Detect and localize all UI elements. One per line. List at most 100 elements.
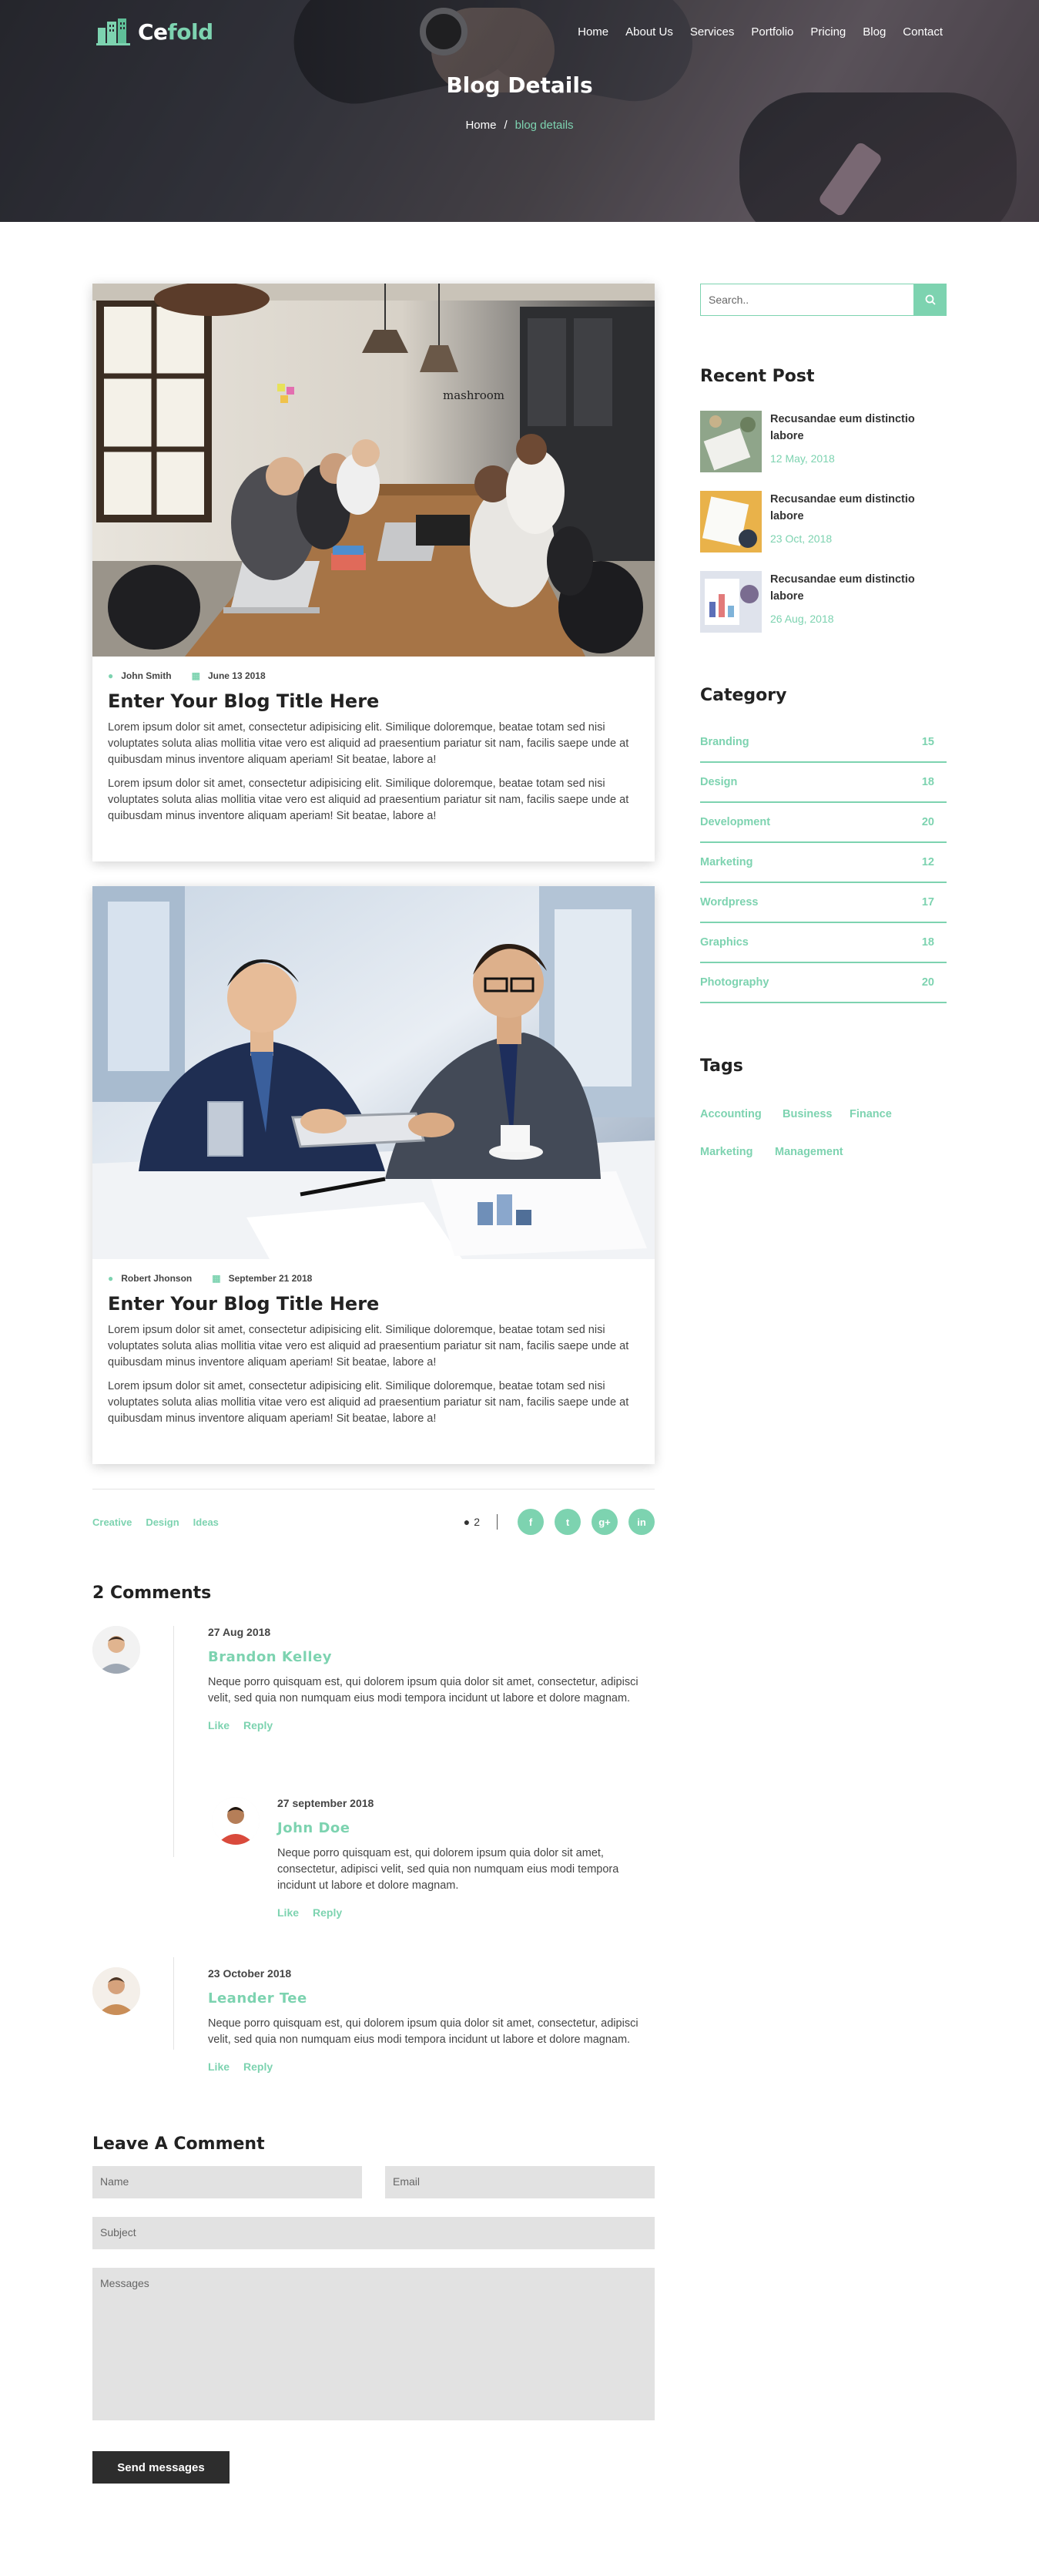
- post-title[interactable]: Enter Your Blog Title Here: [108, 690, 639, 712]
- post-meta: ● John Smith ▦ June 13 2018: [108, 670, 639, 681]
- comment-count[interactable]: ● 2: [464, 1516, 480, 1528]
- post-tag-design[interactable]: Design: [146, 1516, 179, 1528]
- tag-management[interactable]: Management: [775, 1146, 843, 1158]
- comment-author[interactable]: Brandon Kelley: [208, 1649, 655, 1665]
- category-item-photography[interactable]: Photography 20: [700, 963, 947, 1003]
- nav-services[interactable]: Services: [690, 25, 735, 39]
- comment-list: 27 Aug 2018 Brandon Kelley Neque porro q…: [92, 1626, 655, 2134]
- category-name: Wordpress: [700, 896, 759, 908]
- reply-button[interactable]: Reply: [243, 2060, 273, 2073]
- breadcrumb: Home / blog details: [0, 119, 1039, 132]
- comment-actions: Like Reply: [277, 1906, 655, 1919]
- breadcrumb-home[interactable]: Home: [465, 119, 496, 132]
- category-item-design[interactable]: Design 18: [700, 763, 947, 803]
- google-plus-icon[interactable]: g+: [592, 1509, 618, 1535]
- brand-name-accent: fold: [167, 18, 214, 45]
- nav-portfolio[interactable]: Portfolio: [751, 25, 793, 39]
- tag-finance[interactable]: Finance: [850, 1108, 892, 1120]
- post-image-office-meeting[interactable]: mashroom: [92, 284, 655, 657]
- tag-marketing[interactable]: Marketing: [700, 1146, 753, 1158]
- post-image-business-men[interactable]: [92, 886, 655, 1259]
- category-item-marketing[interactable]: Marketing 12: [700, 843, 947, 883]
- category-heading: Category: [700, 686, 787, 705]
- avatar: [92, 1967, 140, 2015]
- comment-thread-line: [173, 1957, 174, 2050]
- main-navbar: Cefold Home About Us Services Portfolio …: [96, 14, 943, 49]
- recent-post-title[interactable]: Recusandae eum distinctio labore: [770, 571, 947, 605]
- category-count: 18: [921, 936, 934, 949]
- reply-button[interactable]: Reply: [243, 1719, 273, 1731]
- recent-post-date: 12 May, 2018: [770, 452, 835, 465]
- post-paragraph: Lorem ipsum dolor sit amet, consectetur …: [108, 778, 629, 822]
- recent-post-item[interactable]: Recusandae eum distinctio labore 12 May,…: [700, 411, 947, 472]
- nav-pricing[interactable]: Pricing: [810, 25, 846, 39]
- nav-contact[interactable]: Contact: [903, 25, 943, 39]
- category-item-wordpress[interactable]: Wordpress 17: [700, 883, 947, 923]
- nav-home[interactable]: Home: [578, 25, 608, 39]
- post-tag-ideas[interactable]: Ideas: [193, 1516, 219, 1528]
- share-buttons: ● 2 f t g+ in: [464, 1509, 655, 1535]
- like-button[interactable]: Like: [208, 2060, 230, 2073]
- recent-post-item[interactable]: Recusandae eum distinctio labore 26 Aug,…: [700, 571, 947, 633]
- page-title: Blog Details: [446, 72, 593, 98]
- category-name: Photography: [700, 976, 769, 989]
- category-name: Graphics: [700, 936, 749, 949]
- comments-heading: 2 Comments: [92, 1584, 212, 1603]
- post-paragraph: Lorem ipsum dolor sit amet, consectetur …: [108, 1380, 629, 1425]
- category-count: 17: [921, 896, 934, 908]
- breadcrumb-current: blog details: [514, 119, 574, 132]
- breadcrumb-separator: /: [504, 119, 508, 132]
- recent-post-title[interactable]: Recusandae eum distinctio labore: [770, 411, 947, 445]
- post-author[interactable]: Robert Jhonson: [121, 1273, 192, 1284]
- tag-business[interactable]: Business: [783, 1108, 832, 1120]
- brand-logo[interactable]: Cefold: [96, 17, 213, 46]
- post-author[interactable]: John Smith: [121, 670, 171, 681]
- like-button[interactable]: Like: [208, 1719, 230, 1731]
- comment-author[interactable]: Leander Tee: [208, 1990, 655, 2007]
- post-title[interactable]: Enter Your Blog Title Here: [108, 1293, 639, 1315]
- nav-about-us[interactable]: About Us: [625, 25, 673, 39]
- category-item-graphics[interactable]: Graphics 18: [700, 923, 947, 963]
- post-paragraph: Lorem ipsum dolor sit amet, consectetur …: [108, 721, 629, 766]
- category-count: 12: [921, 856, 934, 868]
- send-messages-button[interactable]: Send messages: [92, 2451, 230, 2484]
- comment-author[interactable]: John Doe: [277, 1820, 655, 1836]
- category-item-branding[interactable]: Branding 15: [700, 723, 947, 763]
- comment-reply-item: 27 september 2018 John Doe Neque porro q…: [277, 1797, 655, 1919]
- name-field[interactable]: Name: [92, 2166, 362, 2198]
- tag-accounting[interactable]: Accounting: [700, 1108, 762, 1120]
- message-field[interactable]: Messages: [92, 2268, 655, 2420]
- linkedin-icon[interactable]: in: [628, 1509, 655, 1535]
- recent-post-thumbnail: [700, 571, 762, 633]
- avatar: [92, 1626, 140, 1674]
- comment-text: Neque porro quisquam est, qui dolorem ip…: [208, 1676, 638, 1704]
- recent-post-title[interactable]: Recusandae eum distinctio labore: [770, 491, 947, 525]
- post-date: June 13 2018: [207, 670, 266, 681]
- recent-post-thumbnail: [700, 491, 762, 552]
- form-heading: Leave A Comment: [92, 2134, 265, 2154]
- comment-item: 23 October 2018 Leander Tee Neque porro …: [208, 1967, 655, 2073]
- post-footer-bar: Creative Design Ideas ● 2 f t g+ in: [92, 1506, 655, 1537]
- reply-button[interactable]: Reply: [313, 1906, 342, 1919]
- email-field[interactable]: Email: [385, 2166, 655, 2198]
- twitter-icon[interactable]: t: [555, 1509, 581, 1535]
- post-tag-creative[interactable]: Creative: [92, 1516, 132, 1528]
- search-button[interactable]: [913, 284, 947, 316]
- divider: [92, 1489, 655, 1490]
- mashroom-wall-sign: mashroom: [443, 388, 504, 402]
- comment-item: 27 Aug 2018 Brandon Kelley Neque porro q…: [208, 1626, 655, 1731]
- search-input[interactable]: Search..: [700, 284, 913, 316]
- recent-post-item[interactable]: Recusandae eum distinctio labore 23 Oct,…: [700, 491, 947, 552]
- avatar: [212, 1797, 260, 1845]
- category-name: Development: [700, 816, 771, 828]
- category-count: 20: [921, 976, 934, 989]
- category-item-development[interactable]: Development 20: [700, 803, 947, 843]
- comment-icon: ●: [463, 1516, 471, 1528]
- subject-field[interactable]: Subject: [92, 2217, 655, 2249]
- user-icon: ●: [108, 1273, 114, 1284]
- like-button[interactable]: Like: [277, 1906, 299, 1919]
- calendar-icon: ▦: [191, 670, 200, 681]
- nav-blog[interactable]: Blog: [863, 25, 886, 39]
- facebook-icon[interactable]: f: [518, 1509, 544, 1535]
- sidebar: Search.. Recent Post Recusandae eum dist…: [700, 284, 947, 1158]
